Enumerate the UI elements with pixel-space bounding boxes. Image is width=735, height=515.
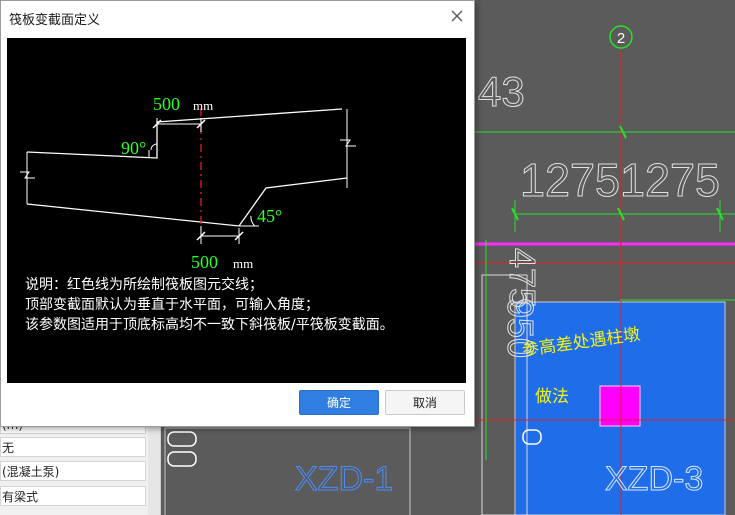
angle-top: 90° <box>121 138 146 158</box>
property-row-1[interactable]: 无 <box>0 437 146 457</box>
angle-bottom: 45° <box>257 206 282 226</box>
dim-bottom-value: 500 <box>191 252 218 272</box>
property-row-2[interactable]: (混凝土泵) <box>0 461 146 481</box>
panel-scroll-gutter[interactable] <box>148 420 160 515</box>
annotation-line2: 做法 <box>535 387 569 406</box>
properties-panel: (m) 无 (混凝土泵) 有梁式 <box>0 414 161 515</box>
axis-label: 2 <box>617 30 625 47</box>
description-line-1: 说明：红色线为所绘制筏板图元交线； <box>25 277 263 293</box>
footing-label-right: XZD-3 <box>605 460 703 498</box>
dim-top-unit: mm <box>193 98 213 113</box>
property-row-3[interactable]: 有梁式 <box>0 486 146 506</box>
dialog-title: 筏板变截面定义 <box>9 13 101 28</box>
dialog-titlebar[interactable]: 筏板变截面定义 <box>1 1 474 33</box>
dim-text-top: 43 <box>478 68 525 115</box>
dim-text-mid: 12751275 <box>520 154 720 206</box>
description-line-2: 顶部变截面默认为垂直于水平面，可输入角度； <box>25 297 319 313</box>
close-icon[interactable] <box>448 7 466 25</box>
cancel-button[interactable]: 取消 <box>385 390 465 415</box>
confirm-button[interactable]: 确定 <box>299 390 379 415</box>
section-preview-diagram: 500 mm 90° 45° 500 mm 说明：红色线为所绘制筏板图元交线； … <box>7 38 466 383</box>
description-line-3: 该参数图适用于顶底标高均不一致下斜筏板/平筏板变截面。 <box>25 317 394 333</box>
raft-section-dialog: 筏板变截面定义 500 mm 90° 45° 500 mm 说明：红色线为所绘制… <box>0 0 475 427</box>
dim-bottom-unit: mm <box>233 256 253 271</box>
dim-top-value: 500 <box>153 94 180 114</box>
footing-label-left: XZD-1 <box>295 460 393 498</box>
